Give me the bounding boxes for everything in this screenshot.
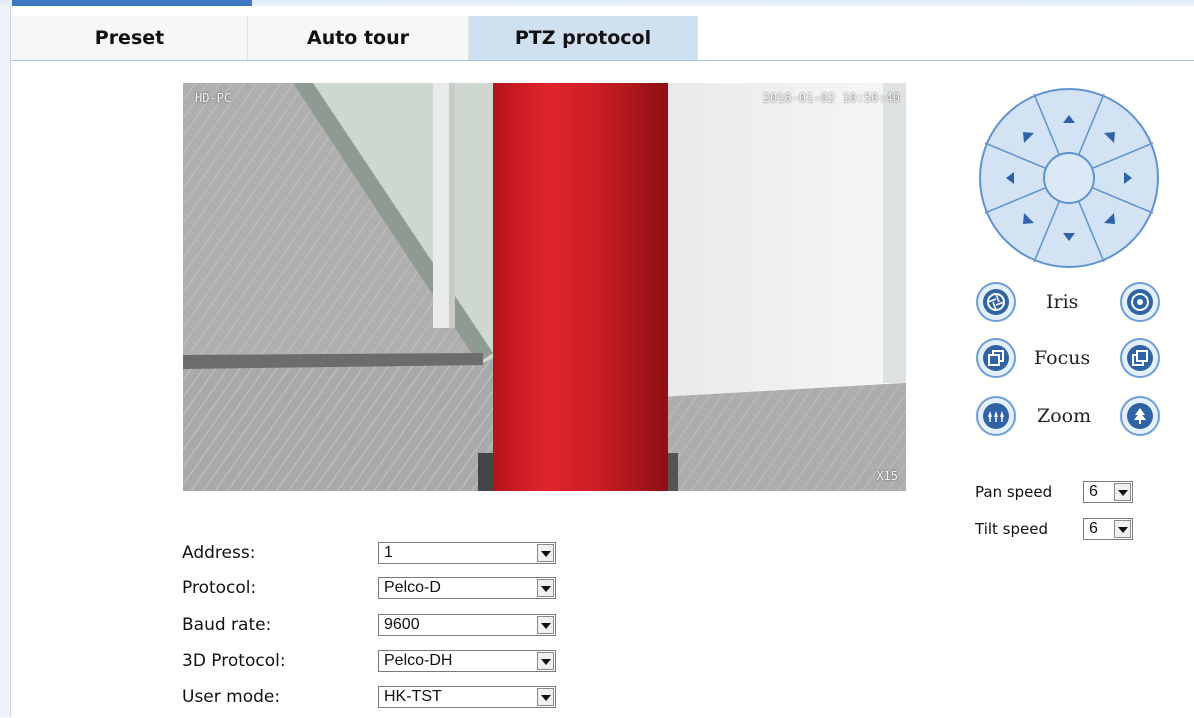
tilt-speed-select[interactable]: 6 — [1083, 518, 1133, 540]
chevron-down-icon[interactable] — [1114, 483, 1131, 501]
chevron-down-icon[interactable] — [537, 616, 554, 634]
baud-rate-row: Baud rate: 9600 — [182, 612, 562, 646]
baud-rate-select[interactable]: 9600 — [378, 614, 556, 636]
left-frame-strip — [0, 0, 11, 717]
tilt-speed-label: Tilt speed — [975, 520, 1049, 538]
zoom-in-tree-icon — [1134, 408, 1146, 424]
zoom-out-button[interactable] — [976, 396, 1016, 436]
top-accent-bar — [12, 0, 252, 6]
3d-protocol-value: Pelco-DH — [384, 652, 453, 669]
focus-near-icon — [988, 350, 1004, 366]
timestamp-overlay: 2016-01-02 10:50:40 — [762, 91, 900, 105]
3d-protocol-label: 3D Protocol: — [182, 651, 286, 671]
iris-label: Iris — [1046, 291, 1079, 313]
chevron-down-icon[interactable] — [537, 579, 554, 597]
user-mode-row: User mode: HK-TST — [182, 684, 562, 718]
address-label: Address: — [182, 543, 256, 563]
focus-label: Focus — [1034, 347, 1091, 369]
tab-auto-tour[interactable]: Auto tour — [248, 16, 469, 60]
zoom-control-row: Zoom — [976, 396, 1162, 440]
chevron-down-icon[interactable] — [537, 688, 554, 706]
zoom-overlay: X15 — [876, 469, 898, 483]
tab-bar: Preset Auto tour PTZ protocol — [12, 16, 1194, 61]
pan-speed-label: Pan speed — [975, 483, 1053, 501]
3d-protocol-row: 3D Protocol: Pelco-DH — [182, 648, 562, 682]
focus-far-icon — [1132, 350, 1148, 366]
user-mode-value: HK-TST — [384, 688, 442, 705]
3d-protocol-select[interactable]: Pelco-DH — [378, 650, 556, 672]
baud-rate-value: 9600 — [384, 616, 420, 633]
zoom-out-trees-icon — [988, 411, 1004, 422]
zoom-label: Zoom — [1037, 405, 1092, 427]
address-row: Address: 1 — [182, 540, 562, 574]
tilt-speed-value: 6 — [1089, 520, 1098, 537]
protocol-row: Protocol: Pelco-D — [182, 575, 562, 609]
pan-speed-select[interactable]: 6 — [1083, 481, 1133, 503]
chevron-down-icon[interactable] — [537, 652, 554, 670]
chevron-down-icon[interactable] — [537, 544, 554, 562]
protocol-value: Pelco-D — [384, 579, 441, 596]
aperture-icon — [987, 293, 1005, 311]
focus-control-row: Focus — [976, 338, 1162, 382]
zoom-in-button[interactable] — [1120, 396, 1160, 436]
channel-label: HD-PC — [195, 91, 232, 105]
focus-near-button[interactable] — [976, 338, 1016, 378]
baud-rate-label: Baud rate: — [182, 615, 272, 635]
focus-far-button[interactable] — [1120, 338, 1160, 378]
pan-speed-row: Pan speed 6 — [975, 479, 1165, 505]
camera-scene — [183, 83, 906, 491]
iris-control-row: Iris — [976, 282, 1162, 326]
ptz-direction-pad[interactable] — [978, 87, 1160, 269]
address-select[interactable]: 1 — [378, 542, 556, 564]
tab-preset[interactable]: Preset — [12, 16, 248, 60]
iris-close-button[interactable] — [976, 282, 1016, 322]
tilt-speed-row: Tilt speed 6 — [975, 516, 1165, 542]
pan-speed-value: 6 — [1089, 483, 1098, 500]
user-mode-label: User mode: — [182, 687, 281, 707]
chevron-down-icon[interactable] — [1114, 520, 1131, 538]
live-video[interactable]: HD-PC 2016-01-02 10:50:40 X15 — [183, 83, 906, 491]
tab-ptz-protocol[interactable]: PTZ protocol — [469, 16, 698, 60]
top-border — [0, 0, 1194, 6]
protocol-label: Protocol: — [182, 578, 257, 598]
user-mode-select[interactable]: HK-TST — [378, 686, 556, 708]
protocol-select[interactable]: Pelco-D — [378, 577, 556, 599]
iris-open-button[interactable] — [1120, 282, 1160, 322]
address-value: 1 — [384, 544, 393, 561]
ptz-center-button — [1043, 152, 1095, 204]
aperture-open-icon — [1131, 293, 1149, 311]
